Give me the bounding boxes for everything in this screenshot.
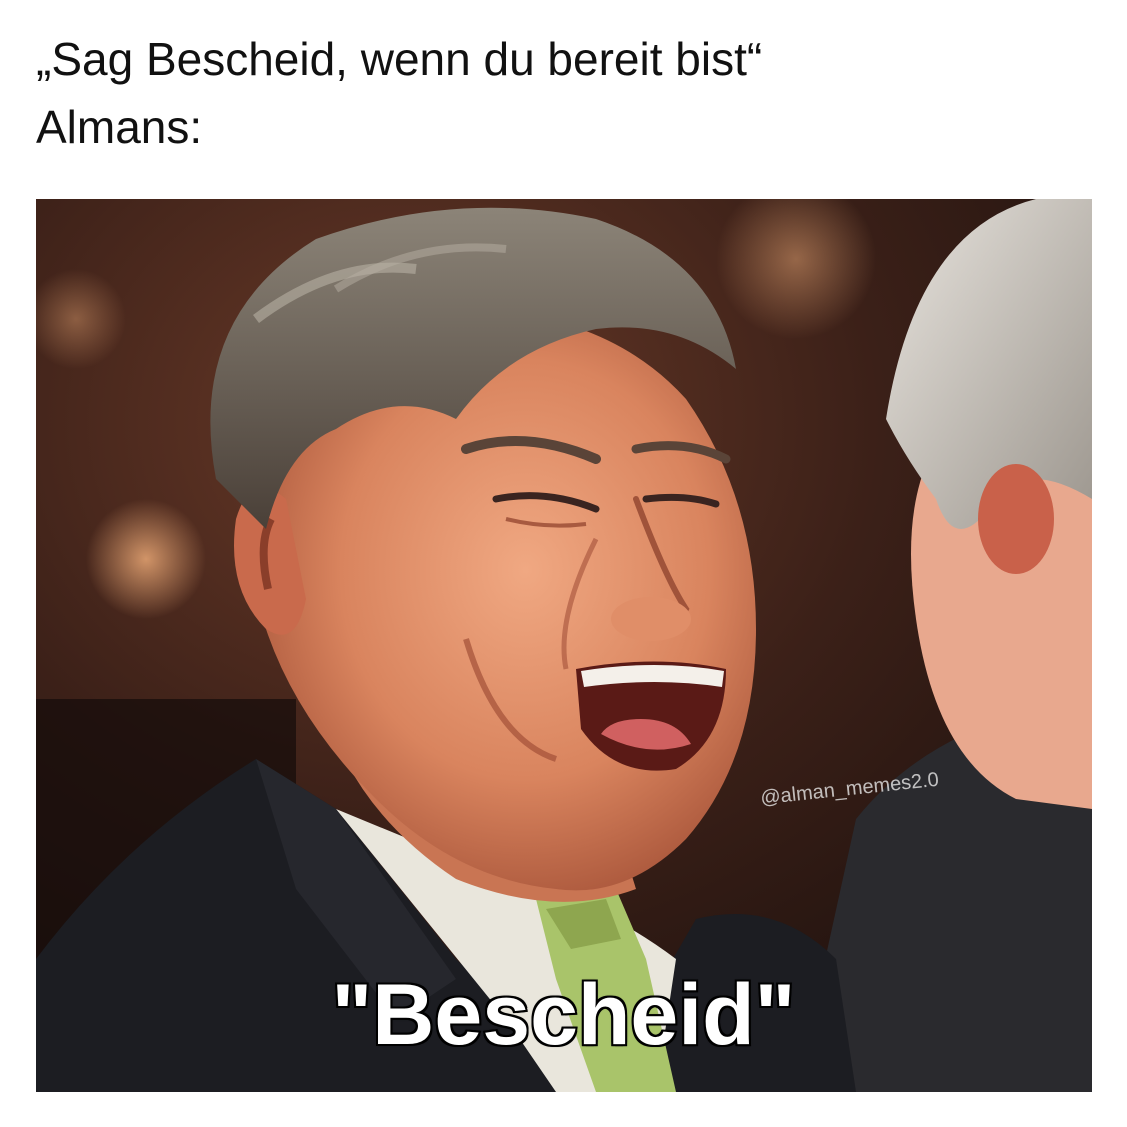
meme-page: „Sag Bescheid, wenn du bereit bist“ Alma… <box>0 0 1127 1127</box>
meme-photo <box>36 199 1092 1092</box>
laughing-man-illustration <box>36 199 1092 1092</box>
caption-line-1: „Sag Bescheid, wenn du bereit bist“ <box>36 33 763 85</box>
punchline-text: "Bescheid" <box>330 967 798 1063</box>
caption-line-2: Almans: <box>36 101 203 153</box>
